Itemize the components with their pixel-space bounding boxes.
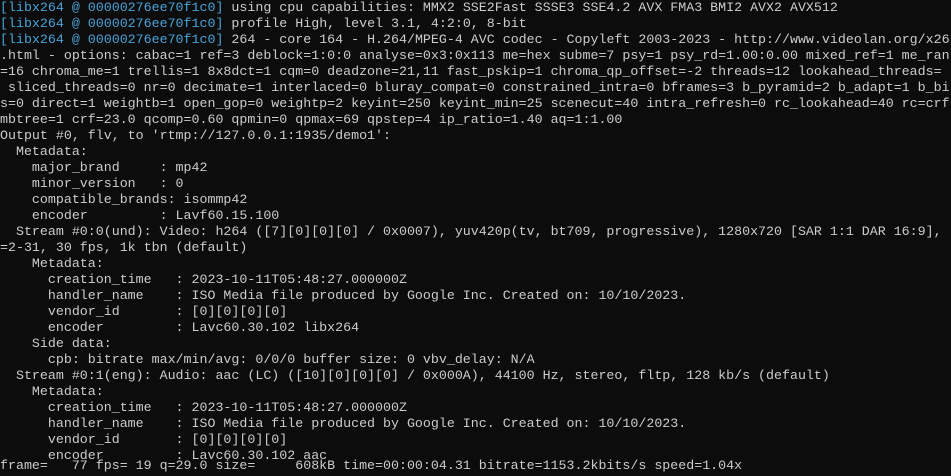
log-text: mbtree=1 crf=23.0 qcomp=0.60 qpmin=0 qpm… (0, 112, 623, 127)
log-text: 264 - core 164 - H.264/MPEG-4 AVC codec … (223, 32, 950, 47)
terminal-line: vendor_id : [0][0][0][0] (0, 304, 951, 320)
terminal-line: major_brand : mp42 (0, 160, 951, 176)
terminal-line: [libx264 @ 00000276ee70f1c0] profile Hig… (0, 16, 951, 32)
log-text: vendor_id : [0][0][0][0] (0, 432, 288, 447)
log-text: profile High, level 3.1, 4:2:0, 8-bit (223, 16, 527, 31)
terminal-line: Stream #0:0(und): Video: h264 ([7][0][0]… (0, 224, 951, 240)
log-text: Stream #0:0(und): Video: h264 ([7][0][0]… (0, 224, 942, 239)
terminal-line: Metadata: (0, 144, 951, 160)
terminal-line: Output #0, flv, to 'rtmp://127.0.0.1:193… (0, 128, 951, 144)
log-text: Stream #0:1(eng): Audio: aac (LC) ([10][… (0, 368, 830, 383)
log-text: vendor_id : [0][0][0][0] (0, 304, 288, 319)
terminal-line: Stream #0:1(eng): Audio: aac (LC) ([10][… (0, 368, 951, 384)
terminal-line: sliced_threads=0 nr=0 decimate=1 interla… (0, 80, 951, 96)
log-text: .html - options: cabac=1 ref=3 deblock=1… (0, 48, 950, 63)
terminal-line: .html - options: cabac=1 ref=3 deblock=1… (0, 48, 951, 64)
terminal-line: [libx264 @ 00000276ee70f1c0] using cpu c… (0, 0, 951, 16)
terminal-line: =2-31, 30 fps, 1k tbn (default) (0, 240, 951, 256)
progress-status-line: frame= 77 fps= 19 q=29.0 size= 608kB tim… (0, 458, 951, 474)
log-text: Output #0, flv, to 'rtmp://127.0.0.1:193… (0, 128, 391, 143)
terminal-line: [libx264 @ 00000276ee70f1c0] 264 - core … (0, 32, 951, 48)
log-text: compatible_brands: isommp42 (0, 192, 248, 207)
log-text: encoder : Lavf60.15.100 (0, 208, 280, 223)
terminal-line: mbtree=1 crf=23.0 qcomp=0.60 qpmin=0 qpm… (0, 112, 951, 128)
log-text: s=0 direct=1 weightb=1 open_gop=0 weight… (0, 96, 950, 111)
terminal-line: handler_name : ISO Media file produced b… (0, 288, 951, 304)
terminal-line: Metadata: (0, 384, 951, 400)
terminal-line: creation_time : 2023-10-11T05:48:27.0000… (0, 400, 951, 416)
log-prefix: [libx264 @ 00000276ee70f1c0] (0, 16, 224, 31)
log-text: cpb: bitrate max/min/avg: 0/0/0 buffer s… (0, 352, 535, 367)
log-text: sliced_threads=0 nr=0 decimate=1 interla… (0, 80, 950, 95)
log-text: minor_version : 0 (0, 176, 184, 191)
log-text: Metadata: (0, 144, 88, 159)
terminal-line: encoder : Lavf60.15.100 (0, 208, 951, 224)
log-text: =16 chroma_me=1 trellis=1 8x8dct=1 cqm=0… (0, 64, 942, 79)
terminal-line: encoder : Lavc60.30.102 libx264 (0, 320, 951, 336)
terminal-line: Metadata: (0, 256, 951, 272)
log-text: creation_time : 2023-10-11T05:48:27.0000… (0, 272, 407, 287)
log-prefix: [libx264 @ 00000276ee70f1c0] (0, 32, 224, 47)
log-text: Metadata: (0, 256, 104, 271)
log-text: Side data: (0, 336, 112, 351)
terminal-output[interactable]: [libx264 @ 00000276ee70f1c0] using cpu c… (0, 0, 951, 476)
log-text: frame= 77 fps= 19 q=29.0 size= 608kB tim… (0, 458, 743, 473)
log-text: using cpu capabilities: MMX2 SSE2Fast SS… (223, 0, 838, 15)
log-text: major_brand : mp42 (0, 160, 208, 175)
terminal-line: creation_time : 2023-10-11T05:48:27.0000… (0, 272, 951, 288)
terminal-line: =16 chroma_me=1 trellis=1 8x8dct=1 cqm=0… (0, 64, 951, 80)
log-prefix: [libx264 @ 00000276ee70f1c0] (0, 0, 224, 15)
log-text: Metadata: (0, 384, 104, 399)
terminal-line: vendor_id : [0][0][0][0] (0, 432, 951, 448)
terminal-line: handler_name : ISO Media file produced b… (0, 416, 951, 432)
terminal-line: cpb: bitrate max/min/avg: 0/0/0 buffer s… (0, 352, 951, 368)
log-text: encoder : Lavc60.30.102 libx264 (0, 320, 360, 335)
terminal-line: compatible_brands: isommp42 (0, 192, 951, 208)
terminal-line: Side data: (0, 336, 951, 352)
log-text: creation_time : 2023-10-11T05:48:27.0000… (0, 400, 407, 415)
log-text: =2-31, 30 fps, 1k tbn (default) (0, 240, 248, 255)
terminal-line: minor_version : 0 (0, 176, 951, 192)
log-text: handler_name : ISO Media file produced b… (0, 416, 687, 431)
log-text: handler_name : ISO Media file produced b… (0, 288, 687, 303)
terminal-line: s=0 direct=1 weightb=1 open_gop=0 weight… (0, 96, 951, 112)
